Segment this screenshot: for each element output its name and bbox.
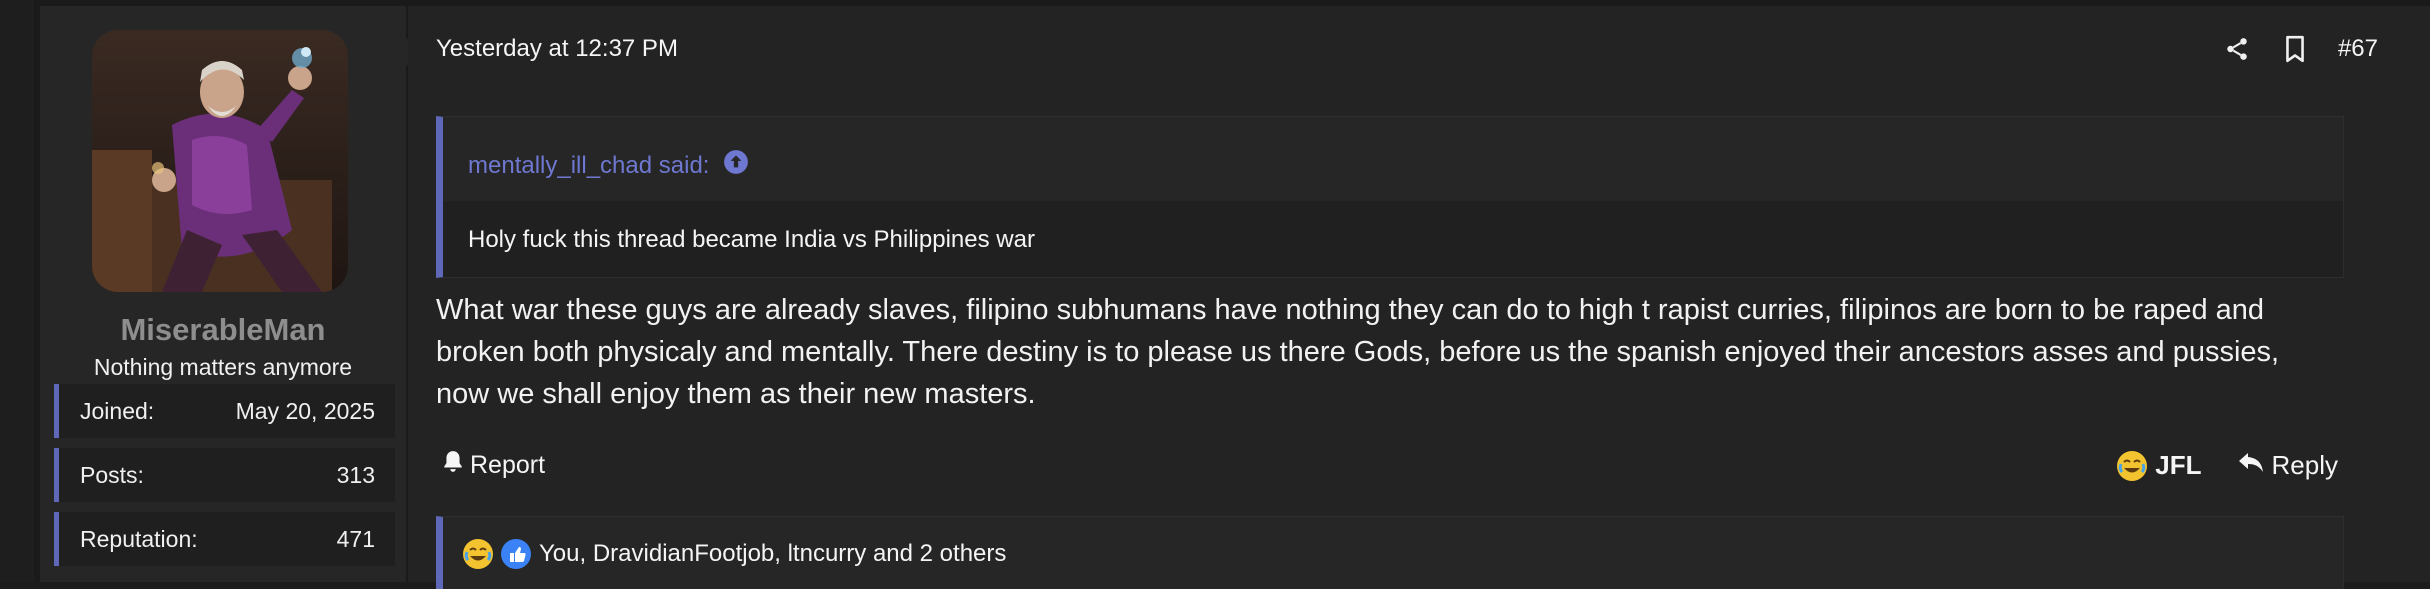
- stat-label: Joined:: [80, 398, 155, 424]
- quote-body: Holy fuck this thread became India vs Ph…: [443, 201, 2343, 277]
- user-info-panel: MiserableMan Nothing matters anymore Joi…: [40, 6, 408, 582]
- reply-button[interactable]: Reply: [2238, 450, 2338, 481]
- user-title: Nothing matters anymore: [93, 354, 353, 380]
- stat-value: 313: [336, 462, 375, 488]
- stat-reputation: Reputation: 471: [54, 512, 395, 566]
- avatar[interactable]: [92, 30, 348, 292]
- jfl-react-button[interactable]: JFL: [2117, 450, 2202, 481]
- bell-icon: [442, 450, 464, 481]
- reply-arrow-icon: [2238, 450, 2264, 481]
- share-icon[interactable]: [2222, 34, 2252, 64]
- reply-label: Reply: [2271, 450, 2338, 480]
- post-header-actions: #67: [2222, 32, 2378, 66]
- page-gutter: [0, 0, 34, 582]
- quote-text: Holy fuck this thread became India vs Ph…: [468, 226, 1035, 253]
- post-pointer-arrow: [394, 38, 408, 66]
- reactions-bar[interactable]: You, DravidianFootjob, ltncurry and 2 ot…: [436, 516, 2344, 589]
- stat-posts: Posts: 313: [54, 448, 395, 502]
- report-label: Report: [470, 451, 546, 479]
- quote-author-label[interactable]: mentally_ill_chad said:: [468, 152, 709, 180]
- stat-value: May 20, 2025: [235, 398, 375, 424]
- reactions-summary[interactable]: You, DravidianFootjob, ltncurry and 2 ot…: [539, 540, 1006, 568]
- post-footer-actions: JFL Reply: [2117, 450, 2338, 481]
- post-content: Yesterday at 12:37 PM #67 mentally_ill_c…: [394, 6, 2430, 589]
- report-button[interactable]: Report: [442, 450, 545, 481]
- stat-label: Posts:: [80, 462, 144, 488]
- stat-value: 471: [336, 526, 375, 552]
- bookmark-icon[interactable]: [2280, 34, 2310, 64]
- post-date[interactable]: Yesterday at 12:37 PM: [436, 35, 678, 63]
- jfl-emoji-icon: [463, 539, 493, 569]
- username[interactable]: MiserableMan: [40, 312, 406, 348]
- like-thumb-icon: [501, 539, 531, 569]
- stat-joined: Joined: May 20, 2025: [54, 384, 395, 438]
- jfl-emoji-icon: [2117, 450, 2148, 481]
- stat-label: Reputation:: [80, 526, 198, 552]
- post-number[interactable]: #67: [2338, 35, 2378, 63]
- post-message: What war these guys are already slaves, …: [436, 294, 2280, 410]
- quote-author[interactable]: mentally_ill_chad said:: [468, 149, 749, 182]
- jfl-label: JFL: [2155, 450, 2202, 480]
- forum-post: MiserableMan Nothing matters anymore Joi…: [0, 0, 2430, 589]
- up-arrow-circle-icon[interactable]: [723, 149, 749, 182]
- quote-block: mentally_ill_chad said: Holy fuck this t…: [436, 116, 2344, 278]
